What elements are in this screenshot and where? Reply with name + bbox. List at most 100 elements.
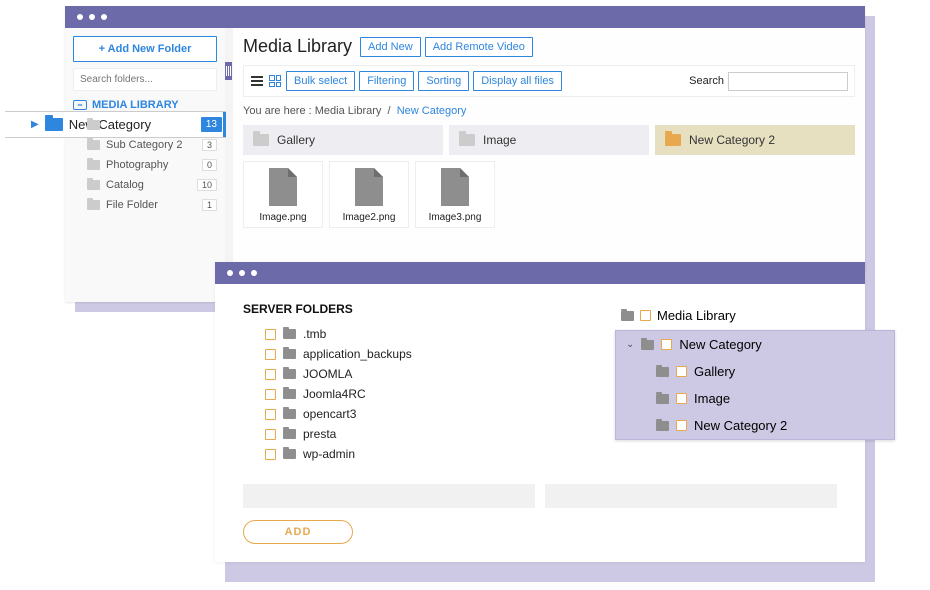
add-button[interactable]: ADD	[243, 520, 353, 544]
window-control-icon[interactable]	[227, 270, 233, 276]
count-badge: 1	[202, 199, 217, 211]
resize-handle[interactable]	[225, 62, 232, 80]
folder-icon	[283, 449, 296, 459]
folder-label: Gallery	[277, 133, 315, 147]
folder-icon	[253, 134, 269, 146]
folder-icon	[656, 367, 669, 377]
list-view-icon[interactable]	[250, 74, 264, 88]
breadcrumb-root[interactable]: Media Library	[315, 105, 382, 117]
add-folder-button[interactable]: + Add New Folder	[73, 36, 217, 62]
file-icon	[355, 168, 383, 206]
checkbox[interactable]	[265, 329, 276, 340]
folder-card[interactable]: New Category 2	[655, 125, 855, 155]
grid-view-icon[interactable]	[268, 74, 282, 88]
checkbox[interactable]	[661, 339, 672, 350]
dialog-input[interactable]	[243, 484, 535, 508]
file-card[interactable]: Image3.png	[415, 161, 495, 228]
server-folder-item[interactable]: wp-admin	[243, 444, 837, 464]
folder-icon	[87, 200, 100, 210]
sidebar-library-header[interactable]: ∞ MEDIA LIBRARY	[73, 99, 217, 111]
server-folder-label: opencart3	[303, 407, 356, 421]
dialog-input[interactable]	[545, 484, 837, 508]
window-control-icon[interactable]	[251, 270, 257, 276]
display-all-button[interactable]: Display all files	[473, 71, 562, 91]
server-folder-label: application_backups	[303, 347, 412, 361]
sidebar-item-label: Sub Category 2	[106, 139, 182, 151]
search-input[interactable]	[728, 72, 848, 91]
checkbox[interactable]	[265, 409, 276, 420]
checkbox[interactable]	[265, 449, 276, 460]
folder-icon	[283, 329, 296, 339]
file-icon	[441, 168, 469, 206]
dialog-titlebar	[215, 262, 865, 284]
window-control-icon[interactable]	[77, 14, 83, 20]
file-icon	[269, 168, 297, 206]
library-label: MEDIA LIBRARY	[92, 99, 179, 111]
tree-item[interactable]: Gallery	[616, 358, 894, 385]
server-folder-label: .tmb	[303, 327, 326, 341]
checkbox[interactable]	[676, 366, 687, 377]
tree-item-label: Image	[694, 391, 730, 406]
search-label: Search	[689, 75, 724, 87]
sidebar-item-label: Catalog	[106, 179, 144, 191]
checkbox[interactable]	[265, 429, 276, 440]
checkbox[interactable]	[265, 349, 276, 360]
window-control-icon[interactable]	[239, 270, 245, 276]
sidebar-item[interactable]: File Folder 1	[73, 195, 217, 215]
sidebar-item-label: New Category	[69, 117, 151, 132]
sidebar: + Add New Folder ∞ MEDIA LIBRARY ▶ New C…	[65, 28, 225, 302]
window-control-icon[interactable]	[101, 14, 107, 20]
folder-icon	[656, 394, 669, 404]
sidebar-item[interactable]: Catalog 10	[73, 175, 217, 195]
search-folders-input[interactable]	[73, 68, 217, 91]
sidebar-item-selected[interactable]: ▶ New Category 13	[5, 111, 226, 138]
folder-icon	[87, 180, 100, 190]
folder-icon	[283, 349, 296, 359]
count-badge: 0	[202, 159, 217, 171]
count-badge: 13	[201, 117, 222, 132]
filtering-button[interactable]: Filtering	[359, 71, 414, 91]
sidebar-item[interactable]: Sub Category 2 3	[73, 135, 217, 155]
main-window: + Add New Folder ∞ MEDIA LIBRARY ▶ New C…	[65, 6, 865, 302]
folder-icon	[87, 160, 100, 170]
folder-label: New Category 2	[689, 133, 775, 147]
add-remote-video-button[interactable]: Add Remote Video	[425, 37, 533, 57]
add-new-button[interactable]: Add New	[360, 37, 421, 57]
sorting-button[interactable]: Sorting	[418, 71, 469, 91]
count-badge: 3	[202, 139, 217, 151]
tree-panel: ⌄ New Category Gallery Image	[615, 330, 895, 440]
sidebar-item-label: File Folder	[106, 199, 158, 211]
window-control-icon[interactable]	[89, 14, 95, 20]
file-card[interactable]: Image2.png	[329, 161, 409, 228]
tree-item-label: Gallery	[694, 364, 735, 379]
tree-item[interactable]: Image	[616, 385, 894, 412]
file-card[interactable]: Image.png	[243, 161, 323, 228]
checkbox[interactable]	[265, 369, 276, 380]
folder-card[interactable]: Gallery	[243, 125, 443, 155]
folder-icon	[87, 140, 100, 150]
tree-item[interactable]: New Category 2	[616, 412, 894, 439]
tree-item[interactable]: ⌄ New Category	[616, 331, 894, 358]
sidebar-item[interactable]: Photography 0	[73, 155, 217, 175]
file-name: Image3.png	[429, 212, 482, 223]
tree-item-label: Media Library	[657, 308, 736, 323]
bulk-select-button[interactable]: Bulk select	[286, 71, 355, 91]
checkbox[interactable]	[676, 393, 687, 404]
checkbox[interactable]	[676, 420, 687, 431]
folder-card[interactable]: Image	[449, 125, 649, 155]
checkbox[interactable]	[265, 389, 276, 400]
checkbox[interactable]	[640, 310, 651, 321]
count-badge: 10	[197, 179, 217, 191]
folder-icon	[283, 389, 296, 399]
breadcrumb-current: New Category	[397, 105, 467, 117]
chevron-down-icon[interactable]: ⌄	[626, 339, 634, 350]
tree-item[interactable]: Media Library	[615, 305, 895, 326]
tree-item-label: New Category	[679, 337, 761, 352]
folder-icon	[665, 134, 681, 146]
main-content: Media Library Add New Add Remote Video B…	[233, 28, 865, 302]
library-icon: ∞	[73, 100, 87, 110]
folder-icon	[87, 120, 100, 130]
folder-icon	[45, 118, 63, 131]
server-folder-label: JOOMLA	[303, 367, 352, 381]
server-folder-label: wp-admin	[303, 447, 355, 461]
